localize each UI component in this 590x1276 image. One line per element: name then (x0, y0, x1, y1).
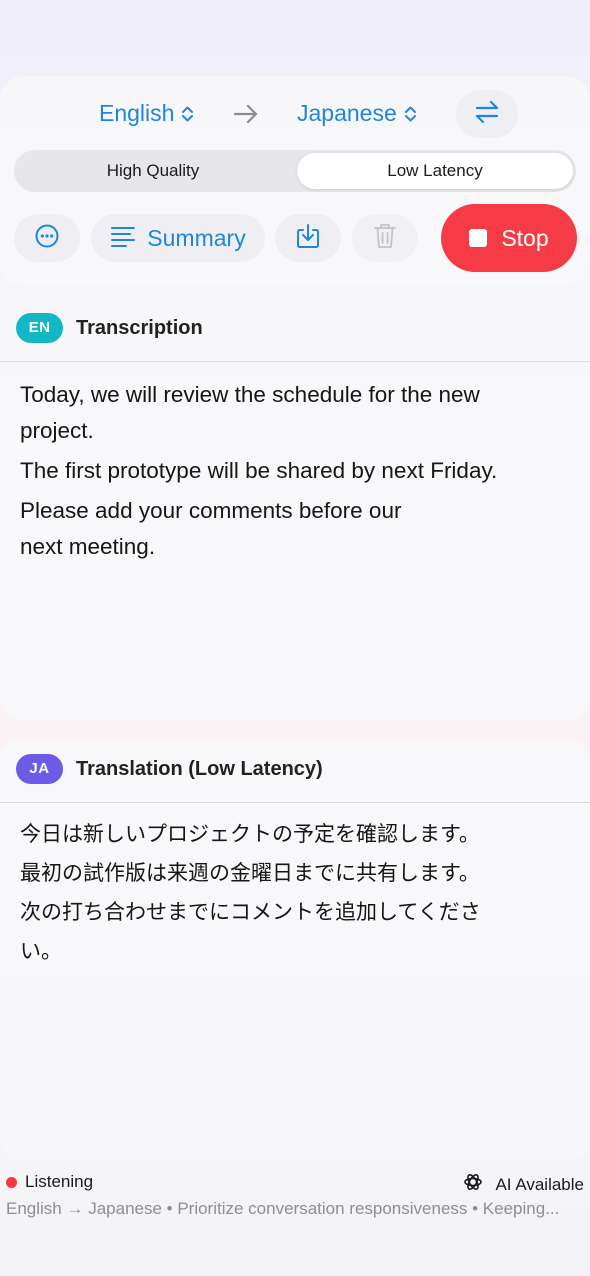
controls-card: English Japanese High Quality Low Latenc… (0, 76, 590, 286)
ellipsis-circle-icon (34, 223, 60, 254)
translation-title: Translation (Low Latency) (76, 758, 323, 780)
target-language-label: Japanese (297, 100, 397, 126)
transcription-title: Transcription (76, 317, 203, 339)
summary-button[interactable]: Summary (91, 214, 265, 262)
mode-high-quality[interactable]: High Quality (14, 150, 292, 192)
translation-text: 今日は新しいプロジェクトの予定を確認します。 最初の試作版は来週の金曜日までに共… (20, 815, 560, 971)
ai-sparkle-icon (463, 1172, 483, 1197)
language-badge-ja: JA (16, 754, 63, 784)
ai-availability: AI Available (463, 1172, 584, 1197)
ai-available-label: AI Available (495, 1174, 584, 1194)
download-button[interactable] (275, 214, 341, 262)
status-bar: Listening AI Available (0, 1168, 590, 1198)
stop-label: Stop (501, 224, 549, 251)
translation-line: 今日は新しいプロジェクトの予定を確認します。 (20, 822, 480, 846)
translation-line: 次の打ち合わせまでにコメントを追加してください。 (20, 900, 481, 963)
source-language-selector[interactable]: English (99, 100, 194, 127)
arrow-right-icon (232, 100, 260, 133)
source-language-label: English (99, 100, 175, 126)
transcription-text: Today, we will review the schedule for t… (20, 377, 560, 569)
trash-icon (373, 222, 397, 255)
stop-square-icon (469, 229, 488, 247)
download-icon (295, 222, 321, 255)
chevron-up-down-icon (181, 104, 194, 124)
transcript-line: The first prototype will be shared by ne… (20, 458, 498, 483)
transcription-header: EN Transcription (0, 298, 590, 362)
transcript-line: Please add your comments before our next… (20, 498, 402, 559)
swap-languages-button[interactable] (456, 90, 518, 138)
listening-status: Listening (25, 1172, 94, 1191)
translation-panel: JA Translation (Low Latency) 今日は新しいプロジェク… (0, 739, 590, 1161)
text-lines-icon (110, 225, 136, 252)
target-language-selector[interactable]: Japanese (297, 100, 417, 127)
summary-label: Summary (147, 224, 246, 251)
chevron-up-down-icon (404, 104, 417, 124)
listening-indicator-dot (6, 1177, 17, 1188)
swap-arrows-icon (473, 98, 501, 131)
translation-line: 最初の試作版は来週の金曜日までに共有します。 (20, 861, 480, 885)
session-info-text: English → Japanese • Prioritize conversa… (6, 1199, 560, 1218)
delete-button[interactable] (352, 214, 418, 262)
translation-header: JA Translation (Low Latency) (0, 739, 590, 803)
transcription-panel: EN Transcription Today, we will review t… (0, 298, 590, 720)
stop-button[interactable]: Stop (441, 204, 577, 272)
mode-low-latency[interactable]: Low Latency (297, 153, 573, 189)
quality-mode-segmented-control: High Quality Low Latency (14, 150, 576, 192)
more-button[interactable] (14, 214, 80, 262)
language-badge-en: EN (16, 313, 63, 343)
transcript-line: Today, we will review the schedule for t… (20, 382, 480, 443)
